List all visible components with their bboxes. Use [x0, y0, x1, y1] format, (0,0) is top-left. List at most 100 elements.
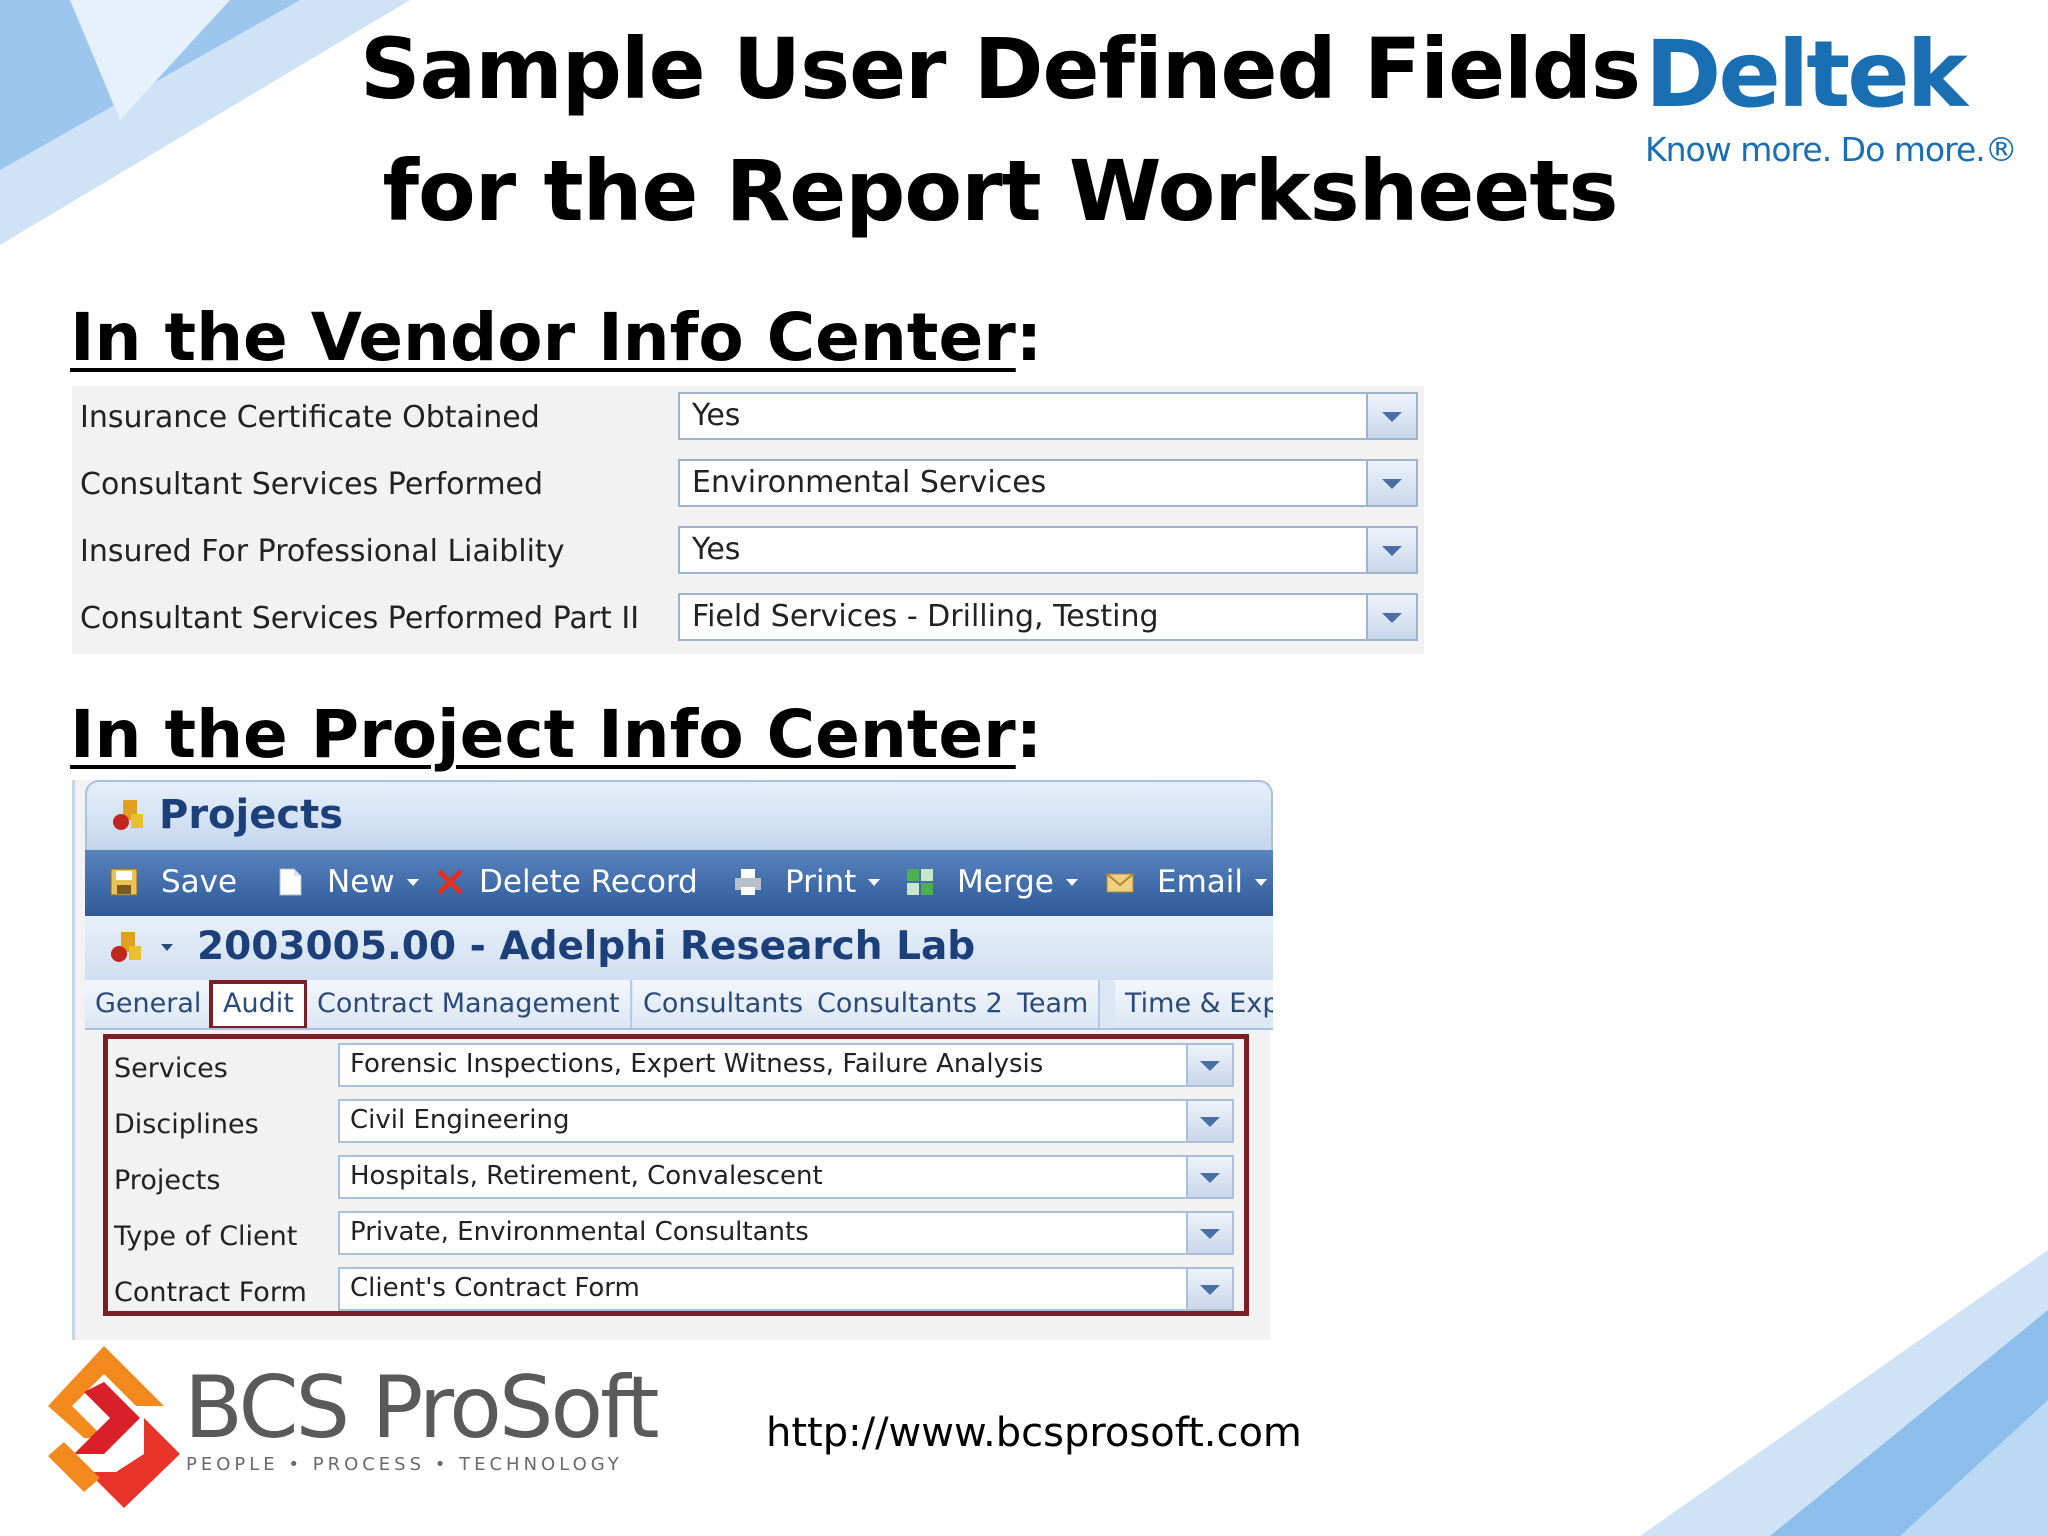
project-field-value: Civil Engineering [350, 1105, 570, 1135]
footer-url-link[interactable]: http://www.bcsprosoft.com [766, 1410, 1302, 1456]
vendor-field-label: Insured For Professional Liaiblity [80, 534, 565, 569]
save-button[interactable]: Save [109, 862, 237, 902]
project-field-label: Projects [114, 1165, 221, 1196]
chevron-down-icon [1382, 412, 1402, 422]
bcs-prosoft-logo: BCS ProSoft PEOPLE • PROCESS • TECHNOLOG… [44, 1336, 660, 1516]
email-button[interactable]: Email [1105, 862, 1268, 902]
deltek-logo-tagline: Know more. Do more.® [1645, 130, 2018, 169]
deltek-logo: Deltek Know more. Do more.® [1645, 20, 2025, 169]
deltek-logo-name: Deltek [1645, 21, 1968, 128]
projects-window-header: Projects [85, 780, 1273, 850]
vendor-field-value: Field Services - Drilling, Testing [692, 599, 1159, 634]
tab-audit[interactable]: Audit [209, 980, 308, 1028]
dropdown-button[interactable] [1186, 1157, 1232, 1197]
project-field-select[interactable]: Hospitals, Retirement, Convalescent [338, 1155, 1234, 1199]
merge-icon [907, 869, 933, 895]
vendor-field-row: Consultant Services Performed Environmen… [72, 453, 1424, 519]
print-label: Print [785, 864, 857, 900]
vendor-field-row: Insured For Professional Liaiblity Yes [72, 520, 1424, 586]
chevron-down-icon [406, 878, 419, 886]
dropdown-button[interactable] [1366, 394, 1416, 438]
project-field-label: Services [114, 1053, 228, 1084]
vendor-fields-panel: Insurance Certificate Obtained Yes Consu… [72, 386, 1424, 654]
projects-window: Projects Save New Delete Record Print Me… [72, 780, 1273, 1340]
vendor-field-select[interactable]: Field Services - Drilling, Testing [678, 593, 1418, 641]
chevron-down-icon [1255, 878, 1268, 886]
email-icon [1106, 873, 1134, 893]
save-icon [110, 868, 138, 896]
project-field-row: Disciplines Civil Engineering [108, 1097, 1244, 1153]
project-field-select[interactable]: Civil Engineering [338, 1099, 1234, 1143]
slide-title-line2: for the Report Worksheets [382, 142, 1619, 240]
tab-general[interactable]: General [85, 980, 214, 1028]
vendor-section-heading-colon: : [1015, 299, 1043, 376]
project-field-label: Type of Client [114, 1221, 298, 1252]
chevron-down-icon[interactable] [161, 944, 173, 951]
tab-team[interactable]: Team [1007, 980, 1101, 1028]
dropdown-button[interactable] [1366, 595, 1416, 639]
dropdown-button[interactable] [1186, 1269, 1232, 1309]
project-field-row: Type of Client Private, Environmental Co… [108, 1209, 1244, 1265]
vendor-field-select[interactable]: Yes [678, 392, 1418, 440]
slide-title-line1: Sample User Defined Fields [360, 20, 1641, 118]
merge-button[interactable]: Merge [905, 862, 1078, 902]
project-field-value: Forensic Inspections, Expert Witness, Fa… [350, 1049, 1044, 1079]
vendor-field-select[interactable]: Yes [678, 526, 1418, 574]
bcs-logo-name: BCS ProSoft [184, 1358, 660, 1458]
dropdown-button[interactable] [1186, 1101, 1232, 1141]
bottom-right-decoration [1640, 1250, 2048, 1536]
tab-consultants[interactable]: Consultants [633, 980, 816, 1028]
bcs-logo-subtitle: PEOPLE • PROCESS • TECHNOLOGY [186, 1454, 623, 1475]
chevron-down-icon [1382, 546, 1402, 556]
vendor-field-label: Insurance Certificate Obtained [80, 400, 540, 435]
vendor-field-row: Insurance Certificate Obtained Yes [72, 386, 1424, 452]
new-button[interactable]: New [275, 862, 419, 902]
record-header: 2003005.00 - Adelphi Research Lab [85, 916, 1273, 980]
chevron-down-icon [868, 878, 881, 886]
chevron-down-icon [1382, 613, 1402, 623]
projects-tab-bar: General Audit Contract Management Consul… [85, 980, 1273, 1030]
chevron-down-icon [1065, 878, 1078, 886]
slide-title: Sample User Defined Fields for the Repor… [300, 8, 1700, 252]
project-field-select[interactable]: Client's Contract Form [338, 1267, 1234, 1311]
chevron-down-icon [1200, 1229, 1220, 1239]
record-type-icon[interactable] [109, 930, 143, 964]
chevron-down-icon [1200, 1285, 1220, 1295]
dropdown-button[interactable] [1186, 1213, 1232, 1253]
projects-window-title: Projects [159, 792, 344, 838]
project-field-value: Hospitals, Retirement, Convalescent [350, 1161, 823, 1191]
vendor-field-label: Consultant Services Performed [80, 467, 544, 502]
project-field-row: Contract Form Client's Contract Form [108, 1265, 1244, 1321]
project-field-select[interactable]: Forensic Inspections, Expert Witness, Fa… [338, 1043, 1234, 1087]
project-section-heading: In the Project Info Center: [70, 695, 1042, 775]
chevron-down-icon [1200, 1173, 1220, 1183]
project-field-row: Projects Hospitals, Retirement, Convales… [108, 1153, 1244, 1209]
vendor-section-heading: In the Vendor Info Center: [70, 298, 1042, 378]
project-section-heading-text: In the Project Info Center [70, 696, 1016, 773]
audit-fields-highlight: Services Forensic Inspections, Expert Wi… [103, 1034, 1249, 1316]
dropdown-button[interactable] [1366, 528, 1416, 572]
tab-time-and-expense[interactable]: Time & Exp [1115, 980, 1273, 1028]
save-label: Save [161, 864, 238, 900]
project-section-heading-colon: : [1015, 696, 1043, 773]
delete-icon [437, 869, 463, 895]
project-field-select[interactable]: Private, Environmental Consultants [338, 1211, 1234, 1255]
project-field-value: Client's Contract Form [350, 1273, 640, 1303]
new-label: New [327, 864, 395, 900]
vendor-section-heading-text: In the Vendor Info Center [70, 299, 1016, 376]
dropdown-button[interactable] [1186, 1045, 1232, 1085]
bcs-logo-mark-icon [48, 1346, 180, 1508]
chevron-down-icon [1382, 479, 1402, 489]
delete-record-button[interactable]: Delete Record [435, 862, 698, 902]
vendor-field-value: Yes [692, 532, 741, 567]
dropdown-button[interactable] [1366, 461, 1416, 505]
merge-label: Merge [957, 864, 1054, 900]
record-title: 2003005.00 - Adelphi Research Lab [197, 924, 976, 969]
tab-consultants-2[interactable]: Consultants 2 [807, 980, 1015, 1028]
vendor-field-select[interactable]: Environmental Services [678, 459, 1418, 507]
projects-toolbar: Save New Delete Record Print Merge Email [85, 850, 1273, 916]
vendor-field-value: Environmental Services [692, 465, 1047, 500]
tab-contract-management[interactable]: Contract Management [307, 980, 632, 1028]
project-field-label: Disciplines [114, 1109, 259, 1140]
print-button[interactable]: Print [733, 862, 881, 902]
